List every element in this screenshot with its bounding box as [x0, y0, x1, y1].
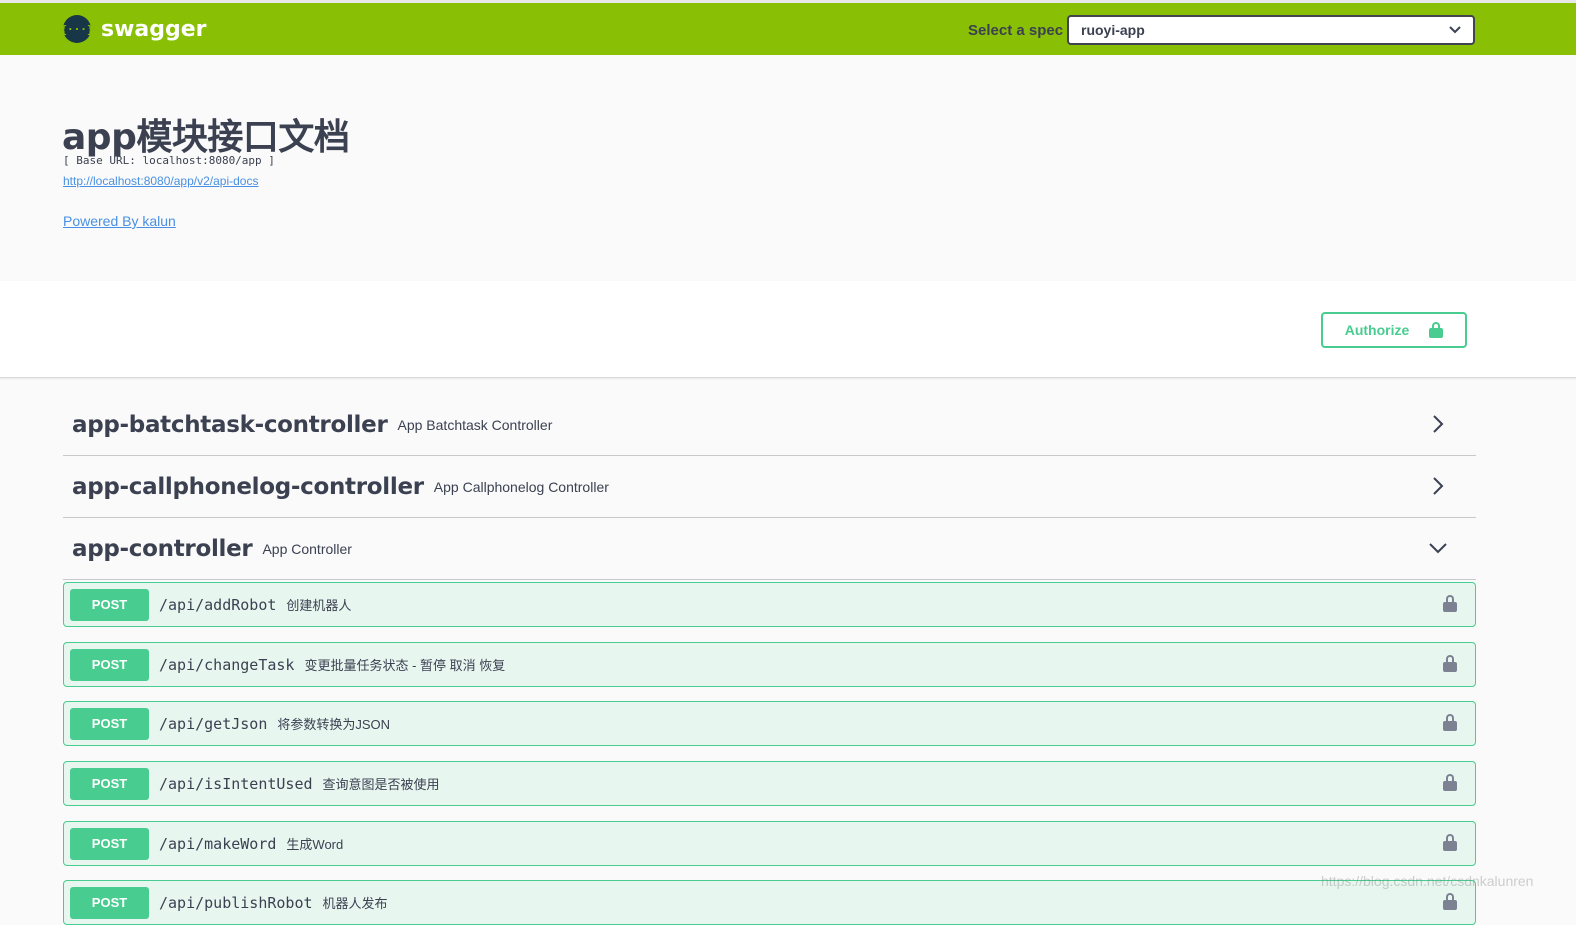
swagger-logo-icon: {···}: [60, 15, 94, 43]
scheme-container: Authorize: [0, 281, 1576, 378]
tag-app-controller[interactable]: app-controller App Controller: [63, 518, 1476, 580]
method-badge: POST: [70, 827, 149, 860]
spec-select-value: ruoyi-app: [1081, 22, 1145, 38]
watermark: https://blog.csdn.net/csdnkalunren: [1321, 873, 1534, 889]
lock-open-icon: [1429, 322, 1444, 338]
lock-icon[interactable]: [1443, 893, 1457, 910]
method-badge: POST: [70, 886, 149, 919]
operation-row[interactable]: POST /api/publishRobot 机器人发布: [63, 880, 1476, 925]
method-badge: POST: [70, 588, 149, 621]
spec-select[interactable]: ruoyi-app: [1067, 15, 1475, 45]
swagger-logo[interactable]: {···} swagger: [60, 15, 207, 43]
api-docs-link[interactable]: http://localhost:8080/app/v2/api-docs: [63, 174, 258, 188]
info-section: app模块接口文档 [ Base URL: localhost:8080/app…: [0, 55, 1576, 281]
lock-icon[interactable]: [1443, 774, 1457, 791]
operation-summary: 变更批量任务状态 - 暂停 取消 恢复: [304, 658, 506, 673]
method-badge: POST: [70, 767, 149, 800]
operation-path: /api/getJson: [159, 714, 268, 733]
tag-description: App Callphonelog Controller: [433, 478, 609, 495]
swagger-logo-text: swagger: [101, 16, 207, 42]
operation-path: /api/publishRobot: [159, 893, 313, 912]
chevron-down-icon: [1449, 23, 1461, 37]
chevron-down-icon: [1426, 536, 1450, 560]
tag-description: App Batchtask Controller: [397, 416, 553, 433]
operation-summary: 查询意图是否被使用: [322, 777, 440, 792]
base-url: [ Base URL: localhost:8080/app ]: [63, 154, 275, 167]
operation-summary: 机器人发布: [322, 896, 388, 911]
page-title: app模块接口文档: [62, 117, 350, 158]
topbar: {···} swagger Select a spec ruoyi-app: [0, 0, 1576, 55]
tag-name: app-controller: [72, 535, 253, 562]
lock-icon[interactable]: [1443, 655, 1457, 672]
operation-row[interactable]: POST /api/changeTask 变更批量任务状态 - 暂停 取消 恢复: [63, 642, 1476, 687]
operation-summary: 生成Word: [286, 837, 344, 852]
authorize-button[interactable]: Authorize: [1321, 312, 1467, 348]
operation-row[interactable]: POST /api/addRobot 创建机器人: [63, 582, 1476, 627]
tag-description: App Controller: [262, 540, 352, 557]
operation-path: /api/addRobot: [159, 595, 277, 614]
tag-app-callphonelog-controller[interactable]: app-callphonelog-controller App Callphon…: [63, 456, 1476, 518]
tag-name: app-callphonelog-controller: [72, 473, 424, 500]
authorize-label: Authorize: [1344, 322, 1410, 338]
operation-row[interactable]: POST /api/getJson 将参数转换为JSON: [63, 701, 1476, 746]
chevron-right-icon: [1426, 412, 1450, 436]
lock-icon[interactable]: [1443, 595, 1457, 612]
operation-summary: 将参数转换为JSON: [277, 717, 391, 732]
powered-by-link[interactable]: Powered By kalun: [63, 213, 176, 229]
operation-path: /api/isIntentUsed: [159, 774, 313, 793]
operation-path: /api/changeTask: [159, 655, 295, 674]
operation-summary: 创建机器人: [286, 598, 352, 613]
method-badge: POST: [70, 648, 149, 681]
operation-path: /api/makeWord: [159, 834, 277, 853]
chevron-right-icon: [1426, 474, 1450, 498]
tag-name: app-batchtask-controller: [72, 411, 388, 438]
spec-label: Select a spec: [968, 22, 1064, 39]
operation-row[interactable]: POST /api/makeWord 生成Word: [63, 821, 1476, 866]
operation-row[interactable]: POST /api/isIntentUsed 查询意图是否被使用: [63, 761, 1476, 806]
lock-icon[interactable]: [1443, 834, 1457, 851]
lock-icon[interactable]: [1443, 714, 1457, 731]
method-badge: POST: [70, 707, 149, 740]
tag-app-batchtask-controller[interactable]: app-batchtask-controller App Batchtask C…: [63, 394, 1476, 456]
